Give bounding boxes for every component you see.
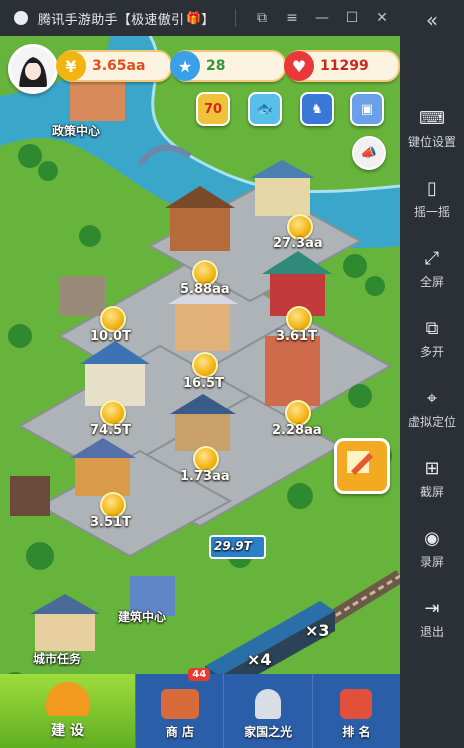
tab-build[interactable]: 建 设 (0, 674, 136, 748)
sidebar-item-multi-instance[interactable]: ⧉ 多开 (400, 318, 464, 360)
sidebar-item-label: 全屏 (419, 275, 444, 289)
record-icon: ◉ (424, 528, 440, 549)
rail-sign-label: 29.9T (214, 539, 252, 553)
sidebar-item-fullscreen[interactable]: ⤢ 全屏 (400, 248, 464, 290)
train-cargo-count: ×3 (305, 621, 330, 640)
avatar-icon (11, 47, 55, 91)
window-title: 腾讯手游助手【极速傲引 (38, 12, 185, 28)
title-bar: 腾讯手游助手【极速傲引 🎁】 ⧉ ≡ — ☐ ✕ (0, 0, 400, 36)
coin-value-label: 3.61T (276, 329, 317, 344)
shop-icon (160, 689, 199, 719)
shake-icon: ▯ (427, 178, 437, 199)
star-value: 28 (206, 58, 226, 74)
game-viewport[interactable]: ¥ 3.65aa ★ 28 ♥ 11299 70 🐟 ♞ ▣ 📣 政策中心 建筑… (0, 36, 400, 748)
star-icon: ★ (170, 51, 200, 81)
menu-icon[interactable]: ≡ (284, 10, 300, 26)
hard-hat-icon (45, 682, 90, 716)
anniversary-event-icon[interactable]: 70 (196, 92, 230, 126)
coin-value-label: 5.88aa (180, 282, 230, 297)
coin-value-label: 27.3aa (273, 236, 323, 251)
heart-counter[interactable]: ♥ 11299 (284, 50, 400, 82)
tab-national-glory[interactable]: 家国之光 (223, 674, 311, 748)
rocket-icon (255, 689, 282, 719)
tab-label: 排 名 (342, 725, 371, 739)
tab-ranking[interactable]: 排 名 (311, 674, 400, 748)
tab-label: 建 设 (51, 723, 85, 739)
ranking-icon (340, 689, 373, 719)
screenshot-icon: ⊞ (424, 458, 440, 479)
divider (235, 9, 236, 27)
sidebar-item-screenshot[interactable]: ⊞ 截屏 (400, 458, 464, 500)
tab-label: 商 店 (165, 725, 194, 739)
sidebar-item-exit[interactable]: ⇥ 退出 (400, 598, 464, 640)
gold-counter[interactable]: ¥ 3.65aa (56, 50, 172, 82)
coin-value-label: 3.51T (90, 515, 131, 530)
sidebar-item-keymap[interactable]: ⌨ 键位设置 (400, 108, 464, 150)
hero-event-icon[interactable]: ♞ (300, 92, 334, 126)
bottom-nav: 建 设 44 商 店 家国之光 排 名 (0, 668, 400, 748)
building-center-label[interactable]: 建筑中心 (118, 608, 166, 625)
close-icon[interactable]: ✕ (374, 10, 390, 26)
blueprint-tool-button[interactable] (334, 438, 390, 494)
sidebar-item-label: 摇一摇 (413, 205, 450, 219)
city-map[interactable] (0, 36, 400, 748)
coin-icon[interactable] (192, 352, 218, 378)
gold-coin-icon: ¥ (56, 51, 86, 81)
city-tasks-label[interactable]: 城市任务 (33, 650, 81, 667)
heart-icon: ♥ (284, 51, 314, 81)
heart-value: 11299 (320, 58, 369, 74)
shop-badge: 44 (188, 668, 211, 681)
gift-box-event-icon[interactable]: ▣ (350, 92, 384, 126)
tab-shop[interactable]: 44 商 店 (135, 668, 223, 748)
restore-icon[interactable]: ⧉ (254, 10, 270, 26)
gold-value: 3.65aa (92, 58, 146, 74)
sidebar-item-virtual-location[interactable]: ⌖ 虚拟定位 (400, 388, 464, 430)
gift-icon[interactable]: 🎁 (186, 11, 201, 25)
maximize-icon[interactable]: ☐ (344, 10, 360, 26)
sidebar-item-label: 录屏 (419, 555, 444, 569)
sidebar-item-label: 多开 (419, 345, 444, 359)
sidebar-item-label: 退出 (419, 625, 444, 639)
app-logo-icon (14, 11, 28, 25)
sidebar-item-label: 键位设置 (407, 135, 456, 149)
coin-value-label: 2.28aa (272, 423, 322, 438)
coin-value-label: 16.5T (183, 376, 224, 391)
emulator-sidebar: « ⌨ 键位设置 ▯ 摇一摇 ⤢ 全屏 ⧉ 多开 ⌖ 虚拟定位 ⊞ 截屏 ◉ 录… (400, 0, 464, 748)
sidebar-item-label: 截屏 (419, 485, 444, 499)
exit-icon: ⇥ (424, 598, 440, 619)
sidebar-item-label: 虚拟定位 (407, 415, 456, 429)
announcement-megaphone-icon[interactable]: 📣 (352, 136, 386, 170)
train-cargo-count: ×4 (247, 650, 272, 669)
multi-instance-icon: ⧉ (425, 318, 439, 339)
tab-label: 家国之光 (244, 725, 293, 739)
coin-value-label: 10.0T (90, 329, 131, 344)
sidebar-item-shake[interactable]: ▯ 摇一摇 (400, 178, 464, 220)
star-counter[interactable]: ★ 28 (170, 50, 286, 82)
minimize-icon[interactable]: — (314, 10, 330, 26)
sidebar-item-record[interactable]: ◉ 录屏 (400, 528, 464, 570)
blueprint-pencil-icon (347, 451, 373, 475)
collapse-sidebar-icon[interactable]: « (400, 8, 464, 32)
location-icon: ⌖ (426, 388, 438, 409)
fish-event-icon[interactable]: 🐟 (248, 92, 282, 126)
player-avatar[interactable] (8, 44, 58, 94)
coin-value-label: 1.73aa (180, 469, 230, 484)
policy-center-label[interactable]: 政策中心 (52, 122, 100, 139)
coin-value-label: 74.5T (90, 423, 131, 438)
keyboard-icon: ⌨ (419, 108, 445, 129)
fullscreen-icon: ⤢ (424, 248, 440, 269)
